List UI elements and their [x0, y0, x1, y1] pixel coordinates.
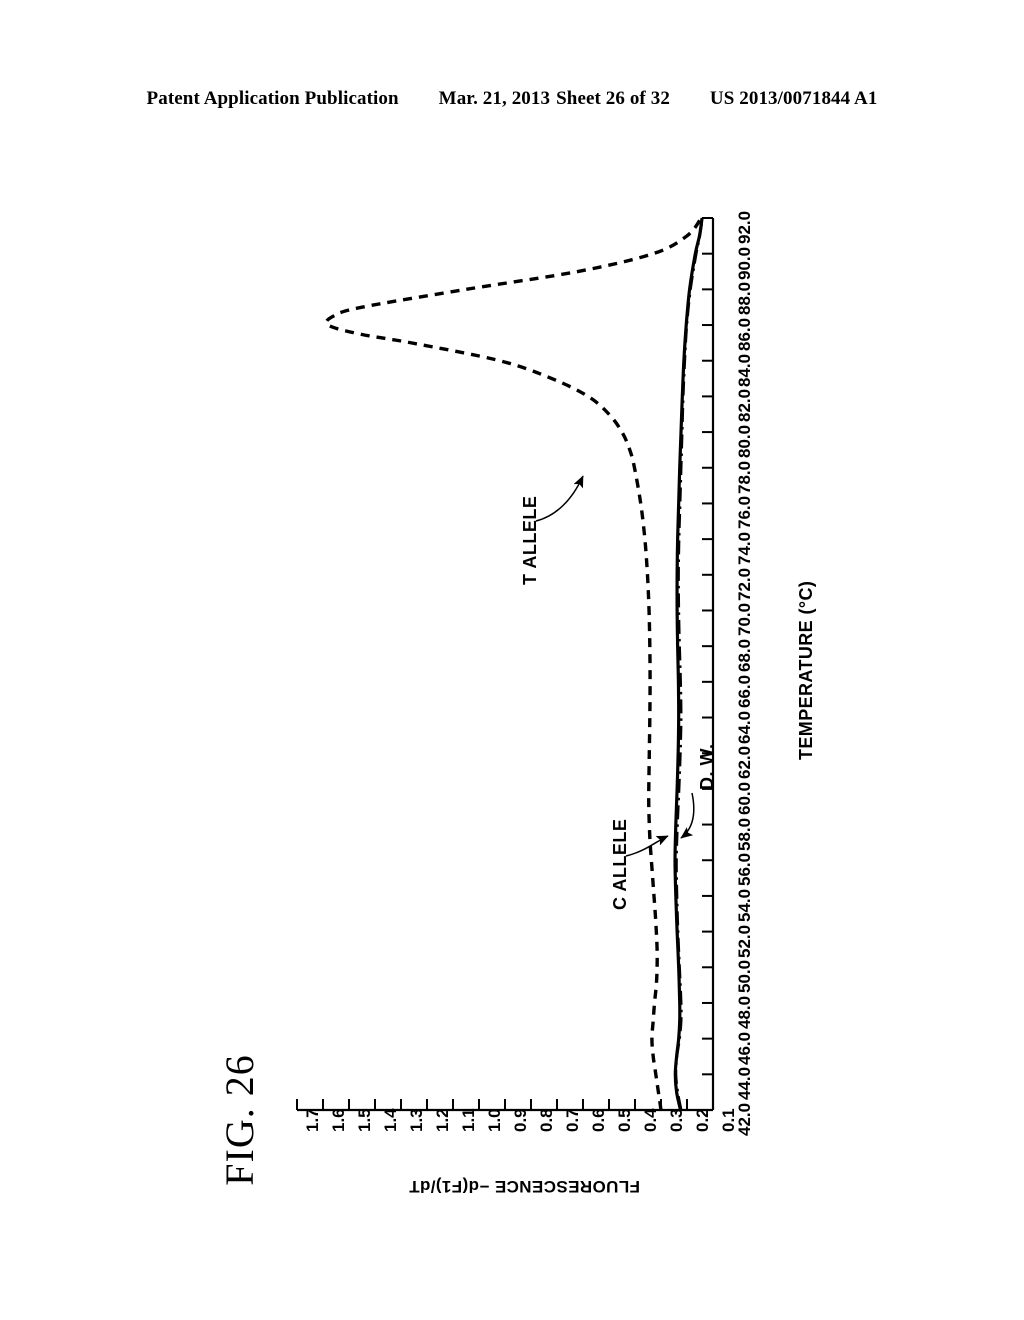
annotation-leaders: [535, 475, 695, 857]
melting-curve-chart: FLUORESCENCE −d(F1)/dT TEMPERATURE (°C) …: [0, 0, 1024, 1320]
fluorescence-tick-label: 0.1: [719, 1108, 738, 1132]
temperature-tick-label: 44.0: [735, 1067, 754, 1101]
temperature-axis-ticks: [702, 217, 713, 1111]
t-allele-leader-line: [535, 475, 584, 522]
temperature-tick-label: 58.0: [735, 817, 754, 851]
t-allele-annotation-label: T ALLELE: [520, 495, 540, 585]
temperature-tick-label: 68.0: [735, 639, 754, 673]
temperature-tick-label: 52.0: [735, 924, 754, 958]
dw-leader-line: [680, 792, 695, 839]
temperature-tick-label: 64.0: [735, 710, 754, 744]
dw-annotation-label: D. W.: [697, 743, 717, 791]
fluorescence-tick-label: 1.1: [459, 1108, 478, 1132]
temperature-axis-title: TEMPERATURE (°C): [796, 580, 816, 760]
temperature-tick-label: 88.0: [735, 282, 754, 316]
temperature-tick-label: 82.0: [735, 389, 754, 423]
fluorescence-tick-label: 1.0: [485, 1108, 504, 1132]
temperature-tick-label: 72.0: [735, 567, 754, 601]
t-allele-curve: [324, 216, 703, 1111]
temperature-tick-label: 78.0: [735, 460, 754, 494]
dw-curve: [674, 217, 704, 1111]
temperature-tick-label: 86.0: [735, 317, 754, 352]
temperature-tick-label: 66.0: [735, 674, 754, 708]
temperature-tick-label: 56.0: [735, 853, 754, 887]
temperature-tick-label: 76.0: [735, 496, 754, 530]
fluorescence-tick-label: 0.3: [667, 1108, 686, 1132]
fluorescence-tick-label: 1.2: [433, 1108, 452, 1132]
temperature-tick-label: 62.0: [735, 746, 754, 780]
fluorescence-tick-label: 0.5: [615, 1108, 634, 1132]
fluorescence-axis-title: FLUORESCENCE −d(F1)/dT: [408, 1177, 640, 1196]
fluorescence-tick-label: 0.9: [511, 1108, 530, 1132]
c-allele-annotation-label: C ALLELE: [610, 818, 630, 910]
fluorescence-tick-label: 0.2: [693, 1108, 712, 1132]
temperature-tick-label: 50.0: [735, 960, 754, 994]
temperature-tick-label: 54.0: [735, 888, 754, 922]
fluorescence-tick-label: 1.4: [381, 1108, 400, 1132]
fluorescence-tick-label: 1.6: [329, 1108, 348, 1132]
fluorescence-tick-label: 1.3: [407, 1108, 426, 1132]
temperature-tick-label: 80.0: [735, 424, 754, 459]
temperature-tick-label: 70.0: [735, 603, 754, 637]
fluorescence-tick-label: 1.5: [355, 1108, 374, 1132]
temperature-tick-label: 84.0: [735, 353, 754, 387]
temperature-tick-label: 48.0: [735, 995, 754, 1029]
temperature-tick-label: 74.0: [735, 532, 754, 566]
temperature-tick-label: 92.0: [735, 210, 754, 244]
temperature-tick-label: 46.0: [735, 1031, 754, 1065]
fluorescence-tick-label: 0.8: [537, 1108, 556, 1132]
chart-curves: [324, 216, 704, 1111]
fluorescence-tick-label: 1.7: [303, 1108, 322, 1132]
c-allele-leader-line: [625, 835, 669, 857]
chart-axes: [297, 218, 715, 1112]
fluorescence-tick-label: 0.6: [589, 1108, 608, 1132]
fluorescence-tick-label: 0.4: [641, 1108, 660, 1132]
fluorescence-tick-label: 0.7: [563, 1108, 582, 1132]
temperature-tick-label: 60.0: [735, 781, 754, 815]
temperature-tick-label: 90.0: [735, 246, 754, 280]
